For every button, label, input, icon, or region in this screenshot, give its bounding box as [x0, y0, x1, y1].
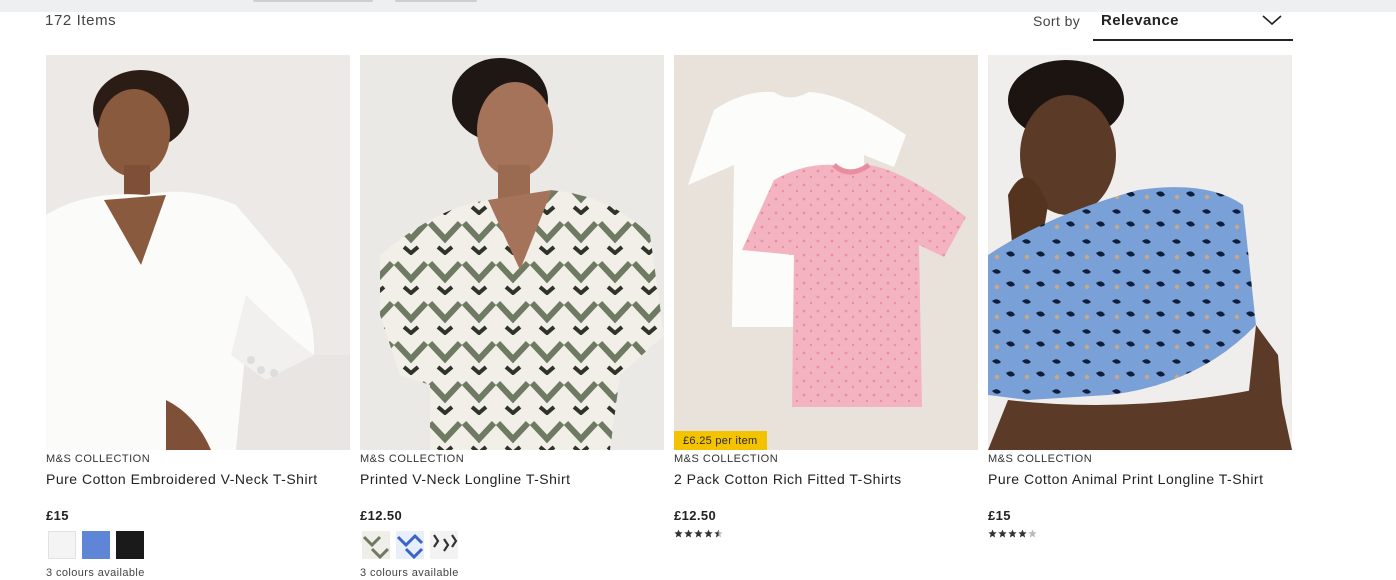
product-image[interactable]: [988, 55, 1292, 450]
star-rating: [674, 529, 723, 538]
star-icon: [1018, 529, 1027, 538]
product-card[interactable]: M&S COLLECTION Pure Cotton Animal Print …: [988, 55, 1292, 538]
sort-dropdown[interactable]: Relevance: [1093, 5, 1293, 41]
product-price: £12.50: [674, 508, 717, 523]
star-icon: [674, 529, 683, 538]
swatch-blue-pattern[interactable]: [396, 531, 424, 559]
swatch-white[interactable]: [48, 531, 76, 559]
colours-available: 3 colours available: [360, 567, 459, 579]
star-icon: [998, 529, 1007, 538]
product-brand: M&S COLLECTION: [360, 453, 465, 465]
product-card[interactable]: £6.25 per item M&S COLLECTION 2 Pack Cot…: [674, 55, 978, 538]
star-icon: [694, 529, 703, 538]
star-icon: [1008, 529, 1017, 538]
product-title[interactable]: Pure Cotton Embroidered V-Neck T-Shirt: [46, 471, 318, 487]
colour-swatches: [48, 531, 144, 559]
filter-tab-edge[interactable]: [395, 0, 477, 2]
swatch-blue[interactable]: [82, 531, 110, 559]
product-price: £12.50: [360, 508, 403, 523]
sort-by-label: Sort by: [1033, 13, 1081, 29]
star-icon: [1028, 529, 1037, 538]
star-icon: [714, 529, 723, 538]
swatch-khaki-pattern[interactable]: [362, 531, 390, 559]
sort-selected-value: Relevance: [1101, 12, 1179, 29]
product-image[interactable]: [360, 55, 664, 450]
swatch-black-pattern[interactable]: [430, 531, 458, 559]
swatch-black[interactable]: [116, 531, 144, 559]
product-image[interactable]: £6.25 per item: [674, 55, 978, 450]
product-price: £15: [46, 508, 69, 523]
star-rating: [988, 529, 1037, 538]
product-card[interactable]: M&S COLLECTION Pure Cotton Embroidered V…: [46, 55, 350, 579]
product-title[interactable]: Printed V-Neck Longline T-Shirt: [360, 471, 571, 487]
item-count: 172 Items: [45, 12, 117, 29]
multibuy-badge: £6.25 per item: [674, 431, 767, 450]
product-brand: M&S COLLECTION: [674, 453, 779, 465]
product-brand: M&S COLLECTION: [46, 453, 151, 465]
product-card[interactable]: M&S COLLECTION Printed V-Neck Longline T…: [360, 55, 664, 579]
star-icon: [684, 529, 693, 538]
star-icon: [988, 529, 997, 538]
filter-tab-edge[interactable]: [253, 0, 373, 2]
star-icon: [704, 529, 713, 538]
product-price: £15: [988, 508, 1011, 523]
chevron-down-icon: [1262, 15, 1282, 26]
product-title[interactable]: 2 Pack Cotton Rich Fitted T-Shirts: [674, 471, 902, 487]
product-brand: M&S COLLECTION: [988, 453, 1093, 465]
colour-swatches: [362, 531, 458, 559]
product-title[interactable]: Pure Cotton Animal Print Longline T-Shir…: [988, 471, 1264, 487]
colours-available: 3 colours available: [46, 567, 145, 579]
product-image[interactable]: [46, 55, 350, 450]
